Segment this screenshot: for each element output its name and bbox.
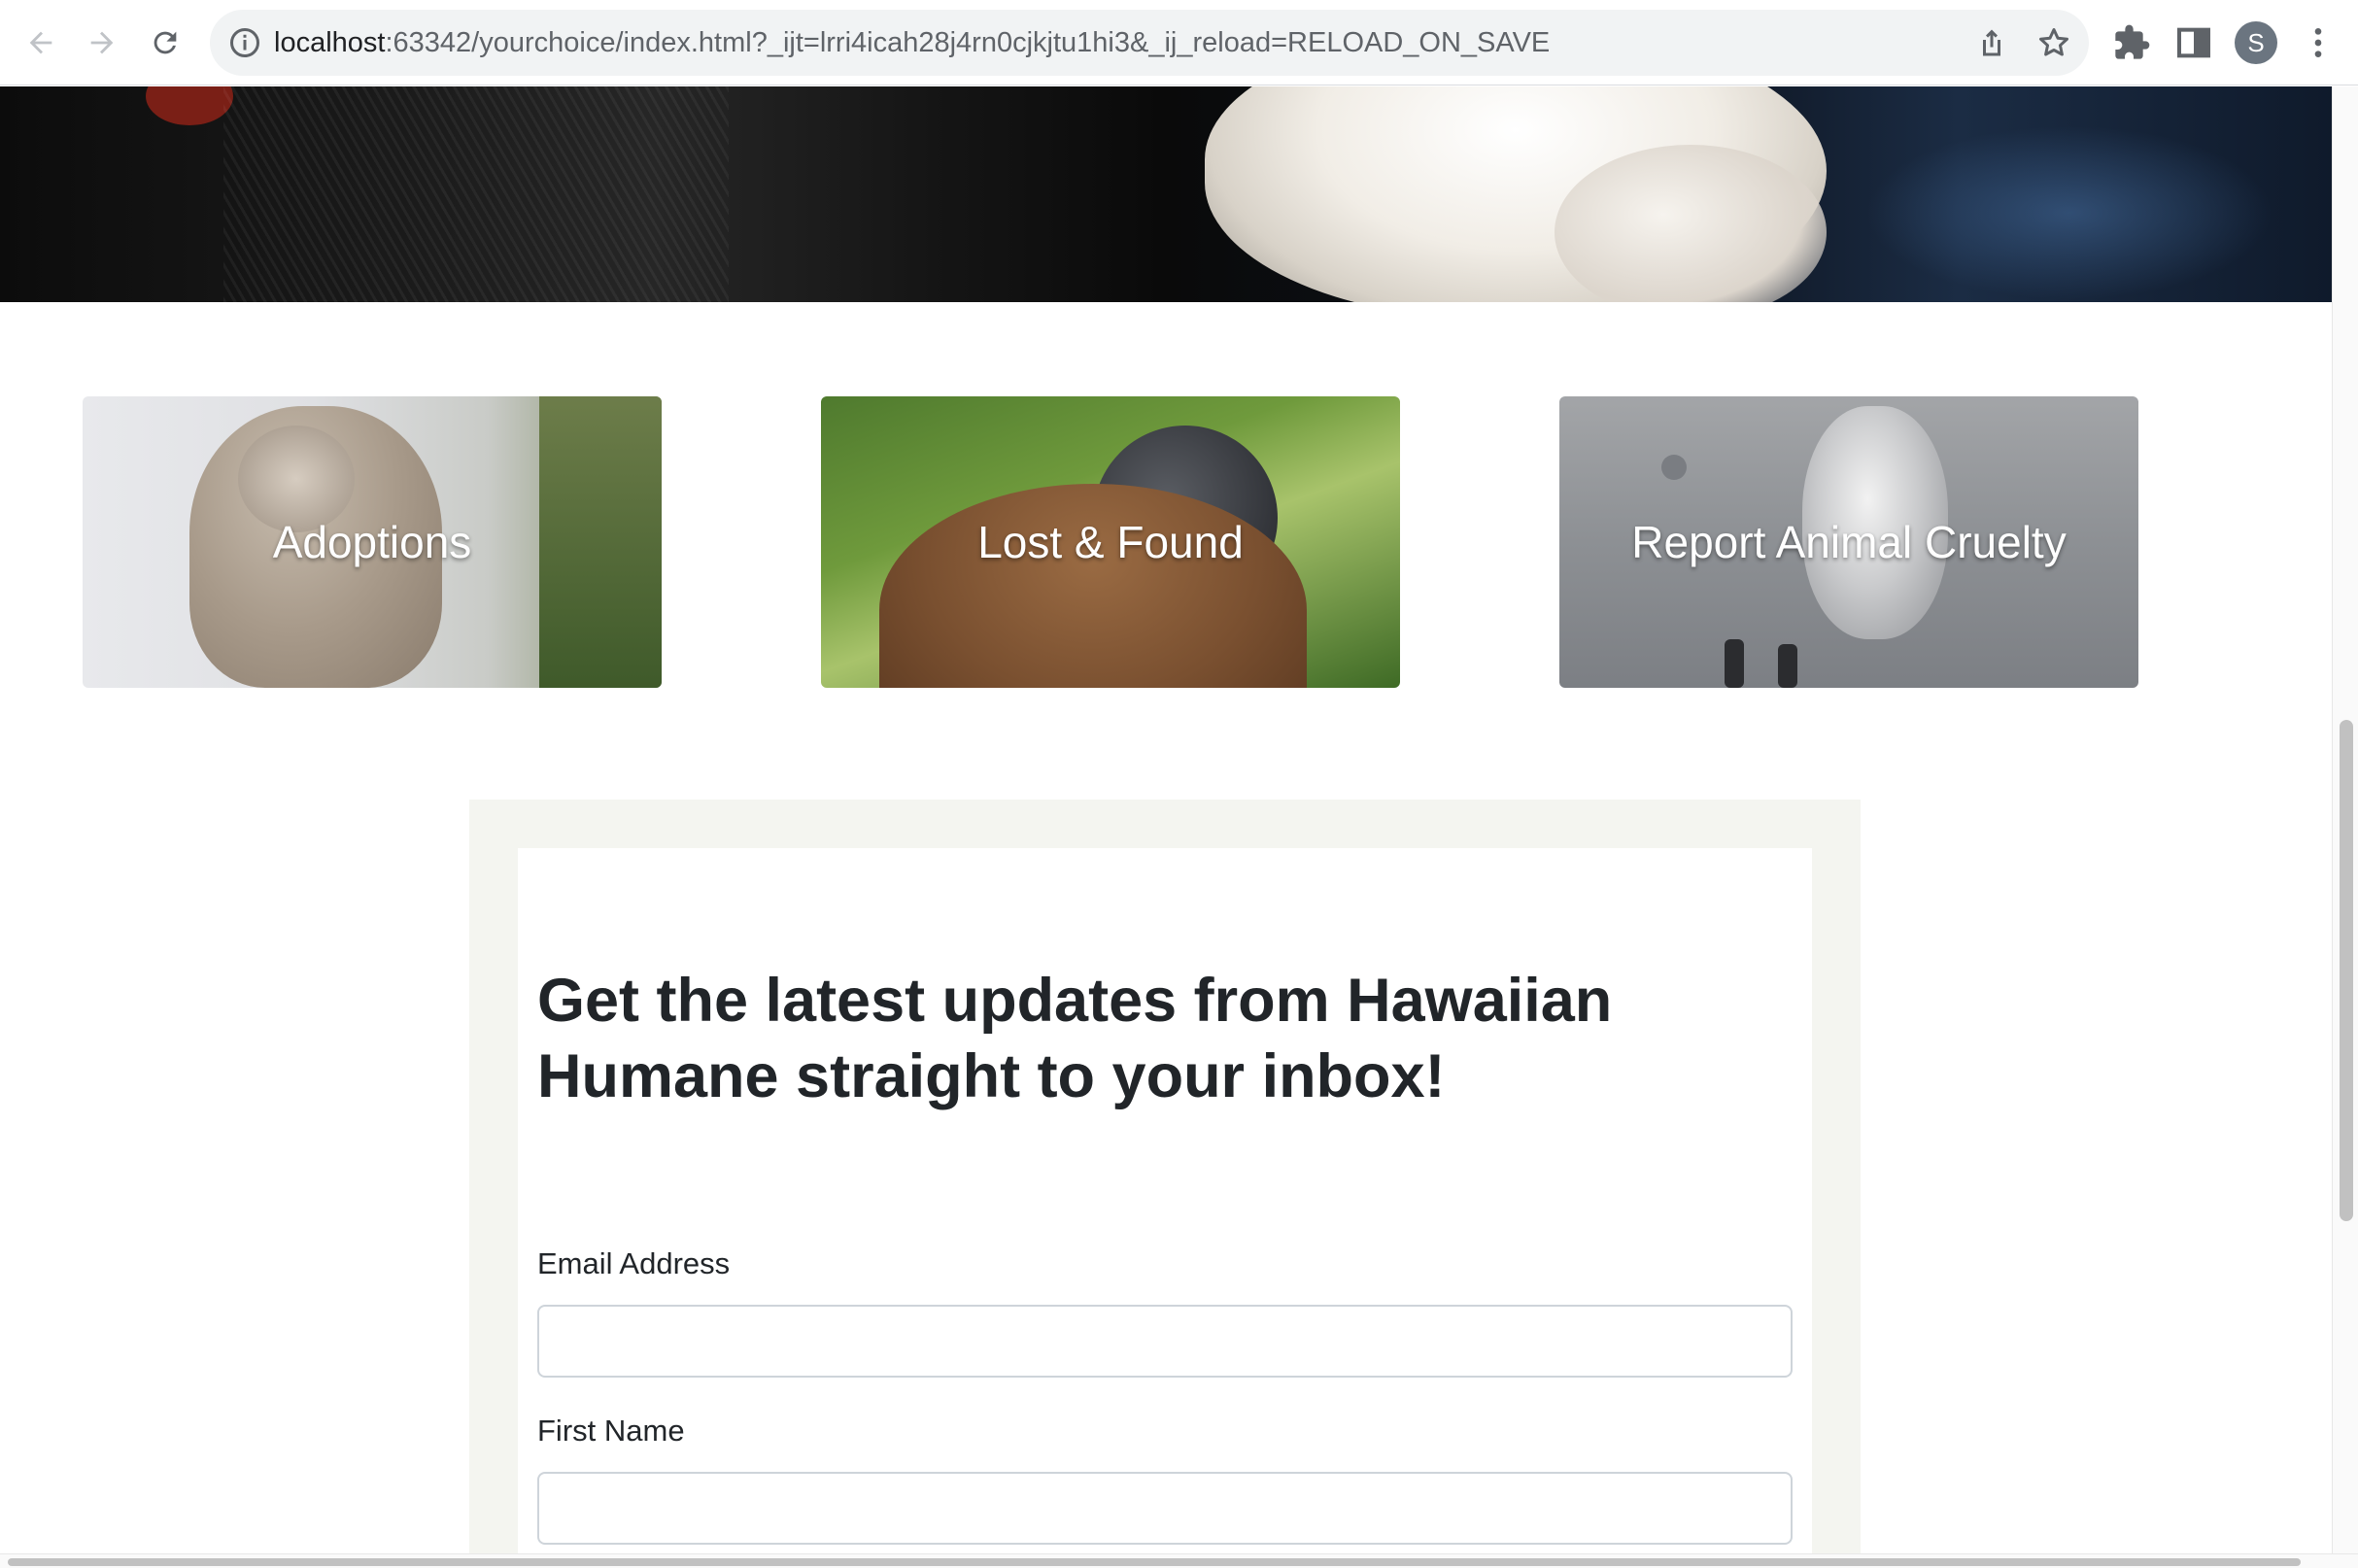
badge-photo-shape [1725,639,1744,688]
site-info-icon[interactable] [227,25,262,60]
badge-photo-shape [1778,644,1797,688]
more-vert-icon[interactable] [2299,23,2338,62]
newsletter-title: Get the latest updates from Hawaiian Hum… [537,967,1613,1110]
first-name-label: First Name [537,1414,685,1448]
newsletter-section: Get the latest updates from Hawaiian Hum… [469,800,1861,1553]
vertical-scrollbar[interactable] [2332,86,2358,1553]
address-bar[interactable]: localhost:63342/yourchoice/index.html?_i… [210,10,2089,76]
adoptions-card[interactable]: Adoptions [83,396,662,688]
hero-image [0,86,2332,302]
cat-photo-shape [539,396,662,688]
card-label: Adoptions [272,517,472,567]
side-panel-icon[interactable] [2174,23,2213,62]
email-label: Email Address [537,1246,731,1280]
profile-avatar[interactable]: S [2235,21,2277,64]
horizontal-scroll-thumb[interactable] [8,1558,2301,1566]
report-cruelty-card[interactable]: Report Animal Cruelty [1559,396,2138,688]
newsletter-form: Get the latest updates from Hawaiian Hum… [518,848,1812,1553]
extensions-puzzle-icon[interactable] [2112,23,2151,62]
lost-and-found-card[interactable]: Lost & Found [821,396,1400,688]
email-field[interactable] [537,1305,1793,1378]
url-text[interactable]: localhost:63342/yourchoice/index.html?_i… [274,10,1550,76]
first-name-field[interactable] [537,1472,1793,1545]
badge-photo-shape [1661,455,1687,480]
vertical-scroll-thumb[interactable] [2340,720,2353,1221]
url-path: :63342/yourchoice/index.html?_ijt=lrri4i… [385,27,1551,58]
hero-decor [1865,125,2273,300]
forward-arrow-icon[interactable] [81,21,123,64]
share-icon[interactable] [1974,25,2009,60]
card-label: Report Animal Cruelty [1631,517,2067,567]
url-host: localhost [274,27,386,58]
browser-toolbar: localhost:63342/yourchoice/index.html?_i… [0,0,2358,85]
hero-decor [146,86,233,125]
horizontal-scrollbar[interactable] [0,1553,2358,1568]
bookmark-star-icon[interactable] [2036,25,2071,60]
card-label: Lost & Found [977,517,1244,567]
reload-icon[interactable] [144,21,187,64]
page-viewport: Adoptions Lost & Found Report Animal Cru… [0,86,2332,1553]
hero-decor [223,86,729,302]
back-arrow-icon[interactable] [19,21,62,64]
